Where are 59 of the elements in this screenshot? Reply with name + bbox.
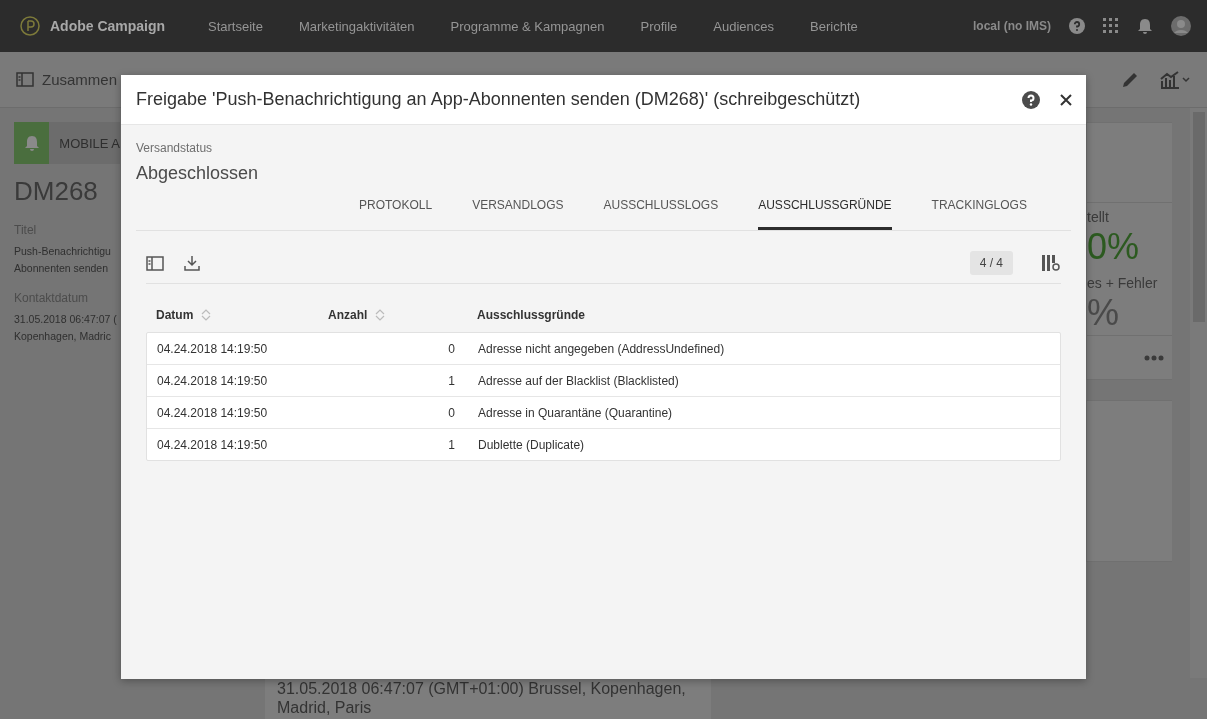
close-icon[interactable]	[1060, 93, 1072, 106]
help-icon[interactable]	[1069, 18, 1085, 34]
panel-icon[interactable]	[16, 72, 34, 87]
instance-label: local (no IMS)	[973, 19, 1051, 33]
nav-link[interactable]: Marketingaktivitäten	[298, 18, 415, 34]
delivery-code: DM268	[14, 176, 99, 207]
nav-link[interactable]: Profile	[640, 18, 678, 34]
tab[interactable]: AUSSCHLUSSLOGS	[603, 192, 719, 230]
column-header[interactable]: Anzahl	[328, 308, 386, 322]
status-value: Abgeschlossen	[136, 163, 260, 184]
tab[interactable]: TRACKINGLOGS	[931, 192, 1027, 230]
stat-label: tellt	[1087, 209, 1110, 226]
table-cell-text: Dublette (Duplicate)	[477, 437, 585, 452]
row-count: 4 / 4	[969, 251, 1013, 275]
field-value: 31.05.2018 06:47:07 (	[14, 312, 118, 327]
nav-link[interactable]: Startseite	[208, 18, 263, 34]
panel-icon[interactable]	[146, 255, 164, 271]
contact-date: 31.05.2018 06:47:07 (GMT+01:00) Brussel, Kopenhagen, Madrid, Paris	[277, 679, 687, 717]
notifications-bell-icon[interactable]	[1137, 17, 1153, 35]
table-cell-text: Adresse auf der Blacklist (Blacklisted)	[477, 373, 679, 388]
column-settings-icon[interactable]	[1041, 254, 1061, 272]
table-cell-text: Adresse nicht angegeben (AddressUndefined)	[477, 341, 725, 356]
tab[interactable]: VERSANDLOGS	[472, 192, 564, 230]
avatar-icon[interactable]	[1171, 16, 1191, 36]
column-header[interactable]: Ausschlussgründe	[477, 308, 586, 322]
stat-value: 0%	[1087, 225, 1141, 270]
apps-grid-icon[interactable]	[1103, 18, 1119, 34]
field-value: Push-Benachrichtigu	[14, 244, 112, 259]
status-label: Versandstatus	[136, 141, 214, 155]
channel-label: MOBILE A	[59, 135, 120, 151]
column-header[interactable]: Datum	[156, 308, 212, 322]
app-name: Adobe Campaign	[50, 18, 166, 34]
nav-link[interactable]: Berichte	[810, 18, 858, 34]
table-cell-text: 1	[447, 373, 456, 388]
nav-link[interactable]: Programme & Kampagnen	[450, 18, 605, 34]
more-icon[interactable]	[1144, 354, 1164, 361]
help-icon[interactable]	[1022, 90, 1040, 109]
tab[interactable]: AUSSCHLUSSGRÜNDE	[758, 192, 892, 230]
pencil-icon[interactable]	[1121, 70, 1139, 89]
table-cell-text: 0	[447, 341, 456, 356]
chart-dropdown-icon[interactable]	[1159, 70, 1191, 89]
page-title: Zusammen	[42, 71, 118, 88]
field-value: Abonnenten senden	[14, 261, 109, 276]
table-cell-text: 04.24.2018 14:19:50	[156, 405, 269, 420]
logo-icon	[20, 16, 40, 36]
bell-tile-icon	[14, 122, 50, 164]
table-cell-text: 04.24.2018 14:19:50	[156, 341, 269, 356]
field-value: Kopenhagen, Madric	[14, 329, 112, 344]
dialog-title: Freigabe 'Push-Benachrichtigung an App-Abonnenten senden (DM268)' (schreibgeschützt)	[136, 89, 862, 110]
download-icon[interactable]	[184, 255, 200, 271]
stat-value: %	[1087, 291, 1120, 336]
stat-label: es + Fehler	[1087, 275, 1159, 292]
table-cell-text: 1	[447, 437, 456, 452]
tab[interactable]: PROTOKOLL	[359, 192, 433, 230]
table-cell-text: 0	[447, 405, 456, 420]
nav-link[interactable]: Audiences	[713, 18, 775, 34]
table-cell-text: Adresse in Quarantäne (Quarantine)	[477, 405, 673, 420]
table-cell-text: 04.24.2018 14:19:50	[156, 437, 269, 452]
table-cell-text: 04.24.2018 14:19:50	[156, 373, 269, 388]
